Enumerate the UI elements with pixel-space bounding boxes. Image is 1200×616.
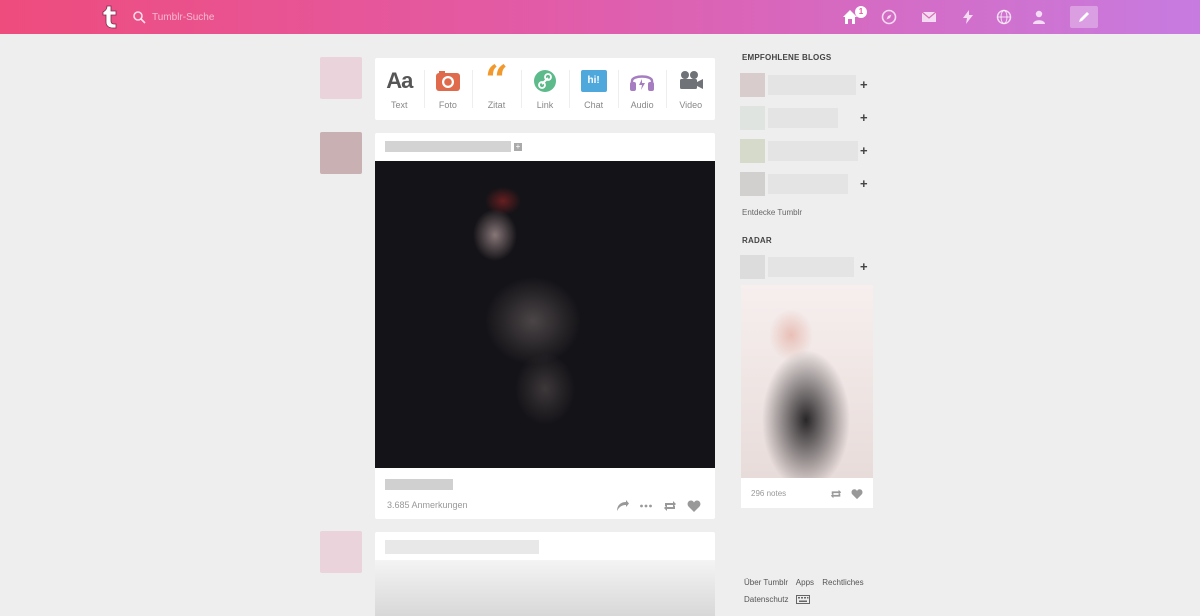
radar-notes-count[interactable]: 296 notes [751, 489, 786, 498]
follow-blog-button[interactable]: + [860, 174, 868, 194]
reblog-icon[interactable] [663, 499, 677, 513]
mail-icon[interactable] [921, 9, 937, 25]
search-icon [132, 10, 146, 24]
post-type-link-button[interactable]: Link [520, 58, 570, 120]
post-type-chat-button[interactable]: hi! Chat [569, 58, 618, 120]
activity-lightning-icon[interactable] [960, 9, 976, 25]
legal-link[interactable]: Rechtliches [822, 578, 863, 587]
post-type-label: Chat [584, 100, 604, 110]
compose-button[interactable] [1070, 6, 1098, 28]
search-input[interactable] [152, 11, 322, 23]
keyboard-shortcuts-icon[interactable] [796, 595, 811, 604]
blog-avatar[interactable] [740, 172, 765, 196]
camera-icon [435, 71, 460, 91]
follow-blog-button[interactable]: + [860, 257, 868, 277]
top-navigation-bar: 1 [0, 0, 1200, 34]
footer-row: Datenschutz [744, 595, 811, 604]
search-bar[interactable] [132, 8, 332, 26]
share-icon[interactable] [615, 499, 629, 513]
blog-avatar[interactable] [740, 73, 765, 97]
post-type-selector: Aa Text Foto “ Zitat Link hi! Chat Audio… [375, 58, 715, 120]
blog-name-placeholder[interactable] [768, 257, 854, 277]
radar-actions [830, 488, 863, 500]
explore-compass-icon[interactable] [881, 9, 897, 25]
globe-icon[interactable] [996, 9, 1012, 25]
reblog-icon[interactable] [830, 488, 842, 500]
post-type-label: Video [679, 100, 703, 110]
blog-avatar[interactable] [740, 106, 765, 130]
pencil-icon [1079, 12, 1089, 22]
follow-blog-button[interactable]: + [860, 75, 868, 95]
post-actions [615, 499, 701, 513]
discover-tumblr-link[interactable]: Entdecke Tumblr [742, 208, 802, 217]
headphones-icon [630, 75, 655, 91]
follow-plus-icon[interactable]: + [514, 143, 522, 151]
follow-blog-button[interactable]: + [860, 141, 868, 161]
dashboard-post: + 3.685 Anmerkungen [375, 133, 715, 519]
recommended-blog-row[interactable]: + [740, 172, 870, 196]
post-type-photo-button[interactable]: Foto [423, 58, 473, 120]
about-tumblr-link[interactable]: Über Tumblr [744, 578, 788, 587]
post-type-label: Zitat [487, 100, 506, 110]
footer-links: Über Tumblr Apps Rechtliches [744, 578, 870, 587]
privacy-link[interactable]: Datenschutz [744, 595, 788, 604]
post-notes-count[interactable]: 3.685 Anmerkungen [387, 500, 468, 510]
dashboard-post [375, 532, 715, 616]
recommended-blog-row[interactable]: + [740, 73, 870, 97]
blog-name-placeholder[interactable] [768, 75, 856, 95]
post-type-label: Text [391, 100, 408, 110]
blog-name-placeholder[interactable] [768, 108, 838, 128]
chat-icon: hi! [580, 70, 607, 92]
radar-blog-row[interactable]: + [740, 255, 870, 279]
video-camera-icon [679, 71, 703, 89]
post-author-avatar[interactable] [320, 531, 362, 573]
home-notification-badge: 1 [855, 6, 867, 18]
radar-post-image[interactable] [741, 285, 873, 478]
quote-icon: “ [484, 57, 508, 104]
post-type-label: Audio [630, 100, 654, 110]
post-author-avatar[interactable] [320, 132, 362, 174]
like-heart-icon[interactable] [851, 488, 863, 500]
text-icon: Aa [386, 68, 413, 93]
like-heart-icon[interactable] [687, 499, 701, 513]
post-username-placeholder[interactable] [385, 141, 511, 152]
more-options-icon[interactable] [639, 499, 653, 513]
post-type-label: Link [536, 100, 554, 110]
post-image[interactable] [375, 161, 715, 468]
post-username-placeholder[interactable] [385, 540, 539, 554]
radar-title: RADAR [742, 236, 772, 245]
tumblr-logo-icon[interactable] [100, 5, 120, 29]
post-type-text-button[interactable]: Aa Text [375, 58, 424, 120]
recommended-blog-row[interactable]: + [740, 106, 870, 130]
blog-avatar[interactable] [740, 139, 765, 163]
link-icon [534, 70, 557, 92]
account-icon[interactable] [1031, 9, 1047, 25]
recommended-blogs-title: EMPFOHLENE BLOGS [742, 53, 832, 62]
post-type-video-button[interactable]: Video [666, 58, 715, 120]
post-image[interactable] [375, 560, 715, 616]
post-caption-placeholder [385, 479, 453, 490]
post-type-label: Foto [438, 100, 457, 110]
post-type-quote-button[interactable]: “ Zitat [472, 58, 521, 120]
post-type-audio-button[interactable]: Audio [617, 58, 667, 120]
blog-avatar[interactable] [740, 255, 765, 279]
apps-link[interactable]: Apps [796, 578, 814, 587]
blog-name-placeholder[interactable] [768, 174, 848, 194]
blog-name-placeholder[interactable] [768, 141, 858, 161]
follow-blog-button[interactable]: + [860, 108, 868, 128]
recommended-blog-row[interactable]: + [740, 139, 870, 163]
radar-post-card: 296 notes [741, 285, 873, 508]
user-avatar[interactable] [320, 57, 362, 99]
